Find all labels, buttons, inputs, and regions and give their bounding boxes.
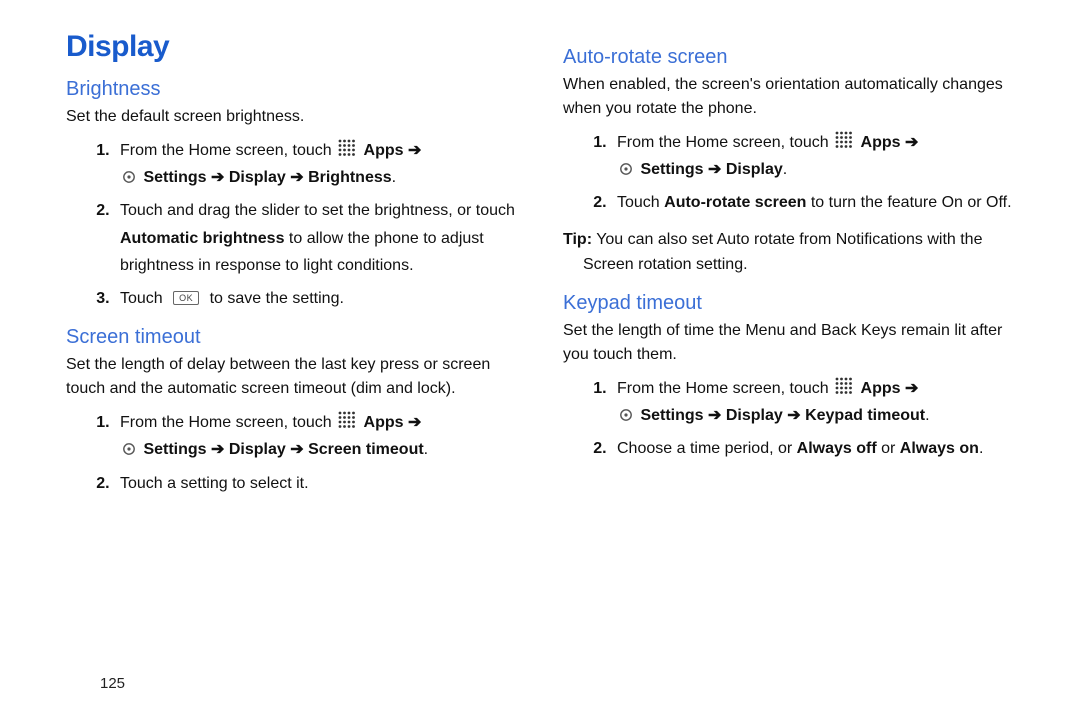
apps-icon (835, 131, 853, 149)
heading-auto-rotate: Auto-rotate screen (563, 46, 1030, 69)
apps-icon (835, 377, 853, 395)
brightness-step-1: From the Home screen, touch Apps ➔ Setti… (114, 137, 533, 191)
screen-timeout-steps: From the Home screen, touch Apps ➔ Setti… (66, 409, 533, 497)
keypad-timeout-step-2: Choose a time period, or Always off or A… (611, 435, 1030, 462)
ok-button-glyph: OK (173, 291, 199, 305)
screen-timeout-intro: Set the length of delay between the last… (66, 353, 533, 401)
brightness-steps: From the Home screen, touch Apps ➔ Setti… (66, 137, 533, 312)
auto-rotate-step-2: Touch Auto-rotate screen to turn the fea… (611, 189, 1030, 216)
brightness-step-2: Touch and drag the slider to set the bri… (114, 197, 533, 279)
apps-icon (338, 411, 356, 429)
keypad-timeout-step-1: From the Home screen, touch Apps ➔ Setti… (611, 375, 1030, 429)
settings-icon (122, 438, 136, 452)
settings-icon (619, 404, 633, 418)
settings-icon (619, 158, 633, 172)
brightness-step-3: Touch OK to save the setting. (114, 285, 533, 312)
left-column: Display Brightness Set the default scree… (66, 30, 533, 503)
auto-rotate-step-1: From the Home screen, touch Apps ➔ Setti… (611, 129, 1030, 183)
settings-icon (122, 166, 136, 180)
heading-keypad-timeout: Keypad timeout (563, 292, 1030, 315)
brightness-intro: Set the default screen brightness. (66, 105, 533, 129)
keypad-timeout-intro: Set the length of time the Menu and Back… (563, 319, 1030, 367)
auto-rotate-steps: From the Home screen, touch Apps ➔ Setti… (563, 129, 1030, 217)
screen-timeout-step-2: Touch a setting to select it. (114, 470, 533, 497)
page-title: Display (66, 30, 533, 64)
page-number: 125 (100, 675, 125, 692)
heading-screen-timeout: Screen timeout (66, 326, 533, 349)
auto-rotate-intro: When enabled, the screen's orientation a… (563, 73, 1030, 121)
screen-timeout-step-1: From the Home screen, touch Apps ➔ Setti… (114, 409, 533, 463)
apps-icon (338, 139, 356, 157)
right-column: Auto-rotate screen When enabled, the scr… (563, 30, 1030, 503)
keypad-timeout-steps: From the Home screen, touch Apps ➔ Setti… (563, 375, 1030, 463)
heading-brightness: Brightness (66, 78, 533, 101)
auto-rotate-tip: Tip: You can also set Auto rotate from N… (563, 227, 1030, 278)
